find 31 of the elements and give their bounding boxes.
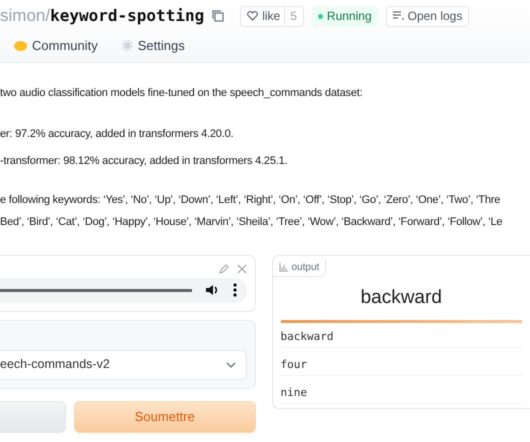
result-label: nine [280,384,308,400]
result-label: four [280,356,308,372]
description-text: e following keywords: ‘Yes’, ‘No’, ‘Up’, ‘Down’, ‘Left’, ‘Right’, ‘On’, ‘Off’, ‘Stop’, ‘Go’, ‘Zero’, ‘One’, ‘Two’, ‘Thre [0,192,502,208]
like-button[interactable]: like 5 [240,6,304,26]
status-dot-icon [318,14,323,18]
path-separator: / [45,6,50,25]
description-text: -transformer: 98.12% accuracy, added in transformers 4.25.1. [0,154,288,169]
volume-icon[interactable] [206,284,218,296]
chart-icon [278,262,288,272]
chevron-down-icon [226,362,236,368]
gear-icon [122,40,133,52]
logs-icon [392,11,404,21]
copy-icon[interactable] [212,10,224,22]
result-label: backward [280,328,334,344]
model-dropdown[interactable]: eech-commands-v2 [0,350,246,380]
predicted-label: backward [360,286,443,310]
settings-tab[interactable]: Settings [122,36,185,56]
open-logs-button[interactable]: Open logs [386,6,470,26]
description-text: er: 97.2% accuracy, added in transformers 4.20.0. [0,126,234,142]
description-text: Bed’, ‘Bird’, ‘Cat’, ‘Dog’, ‘Happy’, ‘House’, ‘Marvin’, ‘Sheila’, ‘Tree’, ‘Wow’, ‘Backward’, ‘Forward’, ‘Follow’, ‘Le [0,215,504,230]
audio-player[interactable] [0,278,246,302]
more-options-icon[interactable] [232,283,236,297]
community-icon [14,40,27,52]
repo-name[interactable]: keyword-spotting [50,6,204,25]
dropdown-value: eech-commands-v2 [0,356,110,374]
output-tag: output [272,258,326,276]
description-text: two audio classification models fine-tuned on the speech_commands dataset: [0,86,364,101]
audio-progress-bar[interactable] [0,288,192,292]
status-badge: Running [312,6,378,26]
community-tab[interactable]: Community [14,36,98,56]
heart-icon [247,11,258,21]
